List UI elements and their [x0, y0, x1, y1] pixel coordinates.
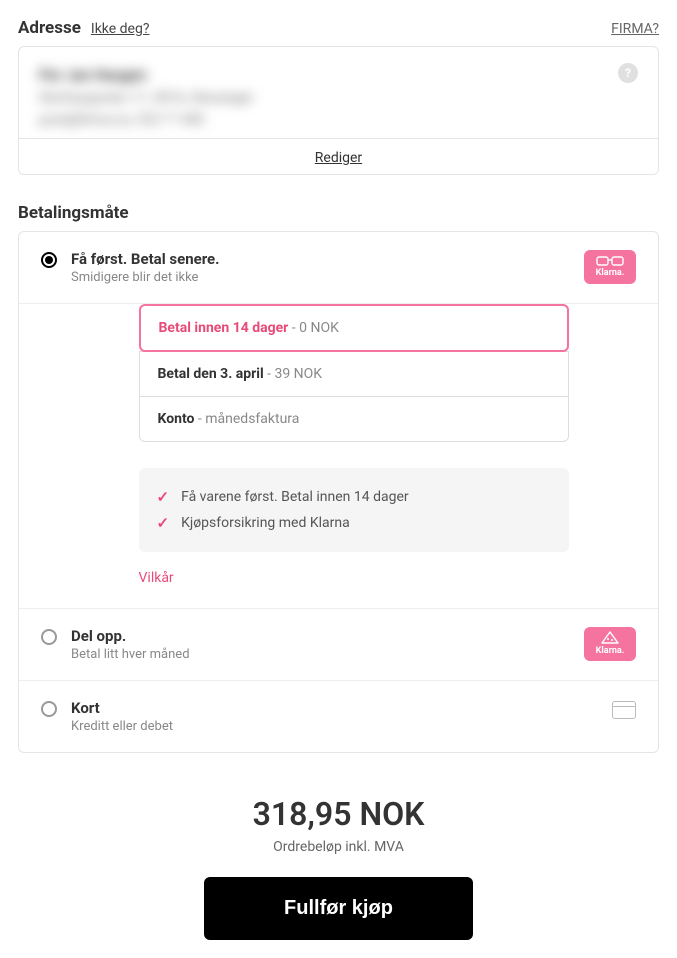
payment-expanded: Betal innen 14 dager - 0 NOK Betal den 3… — [19, 304, 658, 608]
payment-option-pay-later[interactable]: Få først. Betal senere. Smidigere blir d… — [19, 232, 658, 304]
payment-option-body: Få først. Betal senere. Smidigere blir d… — [71, 250, 570, 285]
address-name: Per Jan Haugen — [39, 63, 638, 87]
check-icon: ✓ — [157, 488, 170, 506]
edit-link[interactable]: Rediger — [315, 150, 362, 166]
sub-option-title: Betal den 3. april — [158, 366, 264, 382]
address-title: Adresse — [18, 18, 81, 38]
totals: 318,95 NOK Ordrebeløp inkl. MVA Fullfør … — [18, 795, 659, 940]
payment-option-title: Kort — [71, 699, 598, 717]
address-panel: ? Per Jan Haugen Storhaugveien 11, 4016,… — [18, 46, 659, 175]
payment-option-title: Del opp. — [71, 627, 570, 645]
terms-link[interactable]: Vilkår — [139, 570, 569, 586]
radio-icon — [41, 701, 57, 717]
benefit-row: ✓ Få varene først. Betal innen 14 dager — [157, 484, 551, 510]
sub-option-april[interactable]: Betal den 3. april - 39 NOK — [139, 351, 569, 397]
check-icon: ✓ — [157, 514, 170, 532]
payment-option-sub: Kreditt eller debet — [71, 719, 598, 734]
payment-option-sub: Smidigere blir det ikke — [71, 270, 570, 285]
payment-option-card[interactable]: Kort Kreditt eller debet — [19, 681, 658, 752]
payment-option-body: Del opp. Betal litt hver måned — [71, 627, 570, 662]
sub-options: Betal innen 14 dager - 0 NOK Betal den 3… — [139, 304, 569, 442]
total-label: Ordrebeløp inkl. MVA — [18, 839, 659, 855]
not-you-link[interactable]: Ikke deg? — [91, 21, 150, 37]
payment-option-title: Få først. Betal senere. — [71, 250, 570, 268]
benefit-text: Få varene først. Betal innen 14 dager — [181, 489, 409, 505]
sub-option-konto[interactable]: Konto - månedsfaktura — [139, 396, 569, 442]
sub-option-14-days[interactable]: Betal innen 14 dager - 0 NOK — [139, 304, 569, 352]
benefits-box: ✓ Få varene først. Betal innen 14 dager … — [139, 468, 569, 552]
sub-option-price: - månedsfaktura — [194, 411, 299, 427]
address-street: Storhaugveien 11, 4016, Stavanger — [39, 87, 638, 109]
payment-panel: Få først. Betal senere. Smidigere blir d… — [18, 231, 659, 753]
pizza-slice-icon — [600, 631, 620, 645]
payment-option-sub: Betal litt hver måned — [71, 647, 570, 662]
total-amount: 318,95 NOK — [18, 795, 659, 833]
card-icon — [612, 701, 636, 719]
sub-option-title: Konto — [158, 411, 195, 427]
sunglasses-icon — [596, 255, 624, 267]
klarna-badge: Klarna. — [584, 250, 636, 284]
address-contact: post@firma.no, 922 ** 448 — [39, 109, 638, 131]
payment-title: Betalingsmåte — [18, 203, 129, 223]
sub-option-price: - 0 NOK — [288, 320, 339, 336]
klarna-label: Klarna. — [596, 646, 625, 656]
payment-option-body: Kort Kreditt eller debet — [71, 699, 598, 734]
firma-link[interactable]: FIRMA? — [611, 21, 659, 37]
benefit-row: ✓ Kjøpsforsikring med Klarna — [157, 510, 551, 536]
radio-selected-icon — [41, 252, 57, 268]
sub-option-price: - 39 NOK — [264, 366, 322, 382]
address-blurred: Per Jan Haugen Storhaugveien 11, 4016, S… — [39, 63, 638, 132]
klarna-label: Klarna. — [596, 268, 625, 278]
payment-option-split[interactable]: Del opp. Betal litt hver måned Klarna. — [19, 608, 658, 681]
radio-icon — [41, 629, 57, 645]
payment-header: Betalingsmåte — [18, 203, 659, 223]
address-header: Adresse Ikke deg? FIRMA? — [18, 18, 659, 38]
sub-option-title: Betal innen 14 dager — [159, 320, 289, 336]
edit-row: Rediger — [19, 138, 658, 174]
klarna-badge: Klarna. — [584, 627, 636, 661]
benefit-text: Kjøpsforsikring med Klarna — [181, 515, 350, 531]
complete-purchase-button[interactable]: Fullfør kjøp — [204, 877, 473, 940]
